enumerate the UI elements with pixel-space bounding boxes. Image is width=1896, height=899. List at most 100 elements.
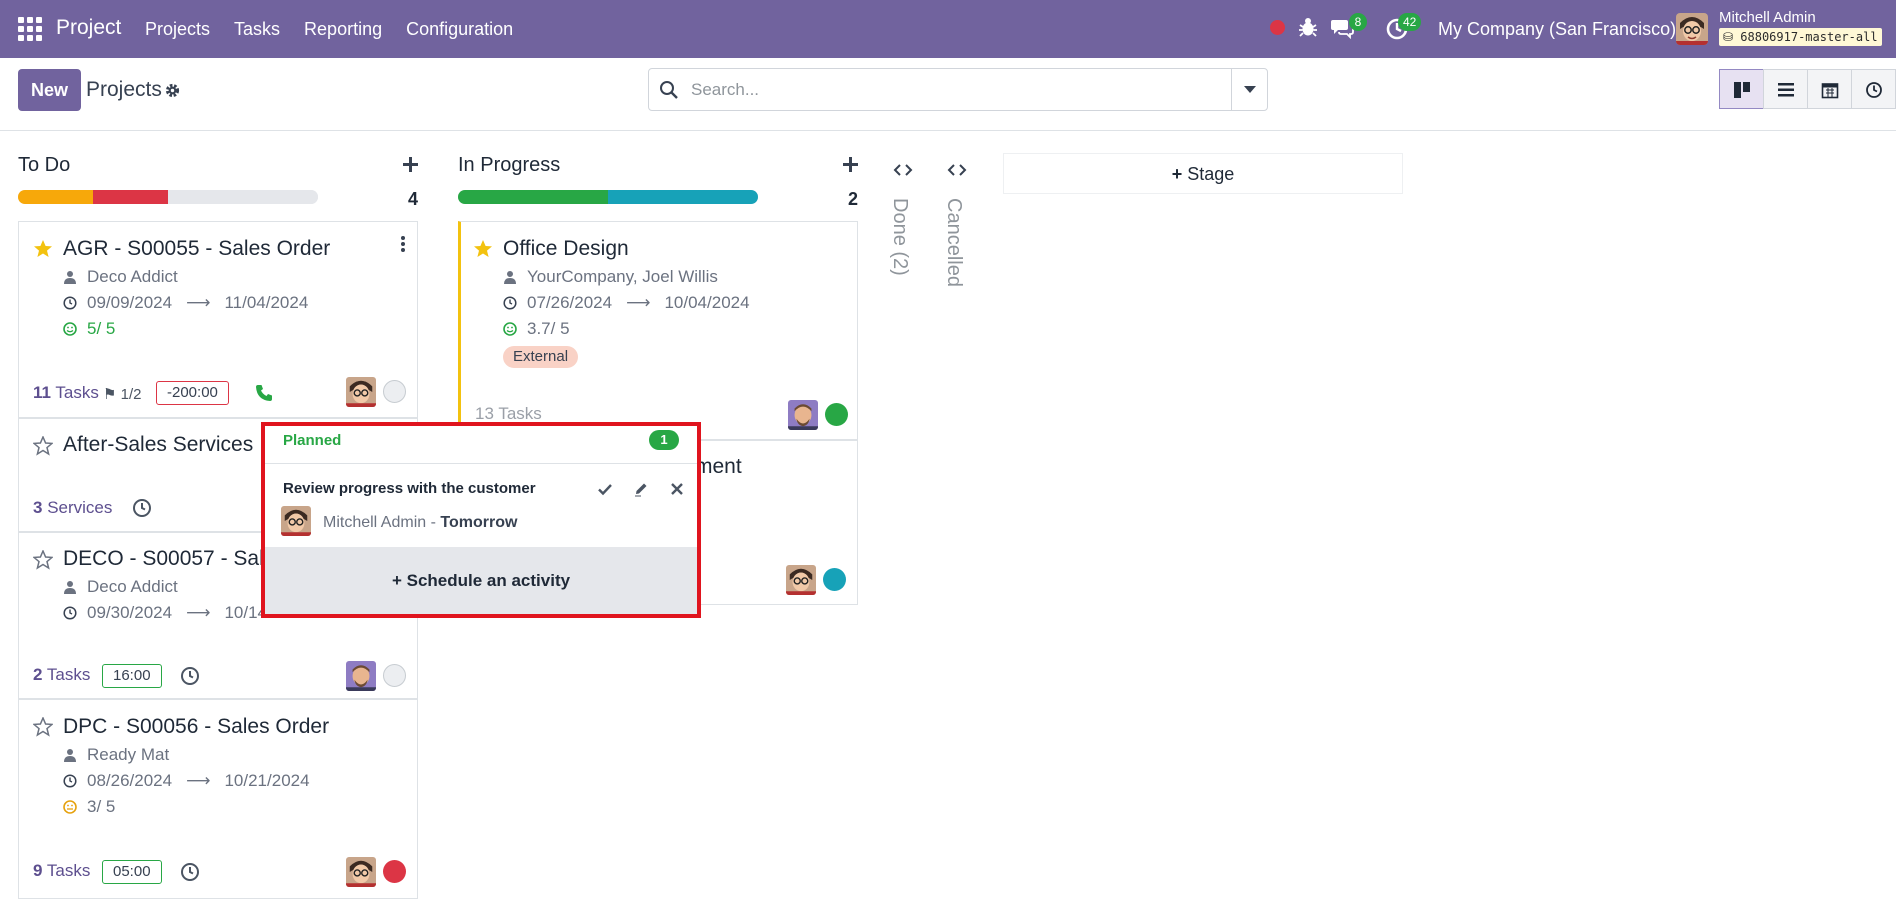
date-start: 07/26/2024 bbox=[527, 293, 613, 312]
app-menu-grid-icon[interactable] bbox=[18, 17, 42, 41]
rating-value: 3/ 5 bbox=[87, 797, 116, 816]
tasks-link[interactable]: 13 Tasks bbox=[475, 404, 542, 424]
status-indicator[interactable] bbox=[383, 664, 406, 687]
arrow-right-icon: ⟶ bbox=[626, 293, 651, 312]
project-title: AGR - S00055 - Sales Order bbox=[63, 237, 331, 260]
tasks-label: Services bbox=[47, 498, 113, 517]
new-button[interactable]: New bbox=[18, 69, 81, 111]
activity-clock-icon[interactable] bbox=[180, 666, 200, 686]
search-input[interactable] bbox=[691, 69, 1211, 110]
column-title-todo[interactable]: To Do bbox=[18, 154, 70, 177]
progress-segment[interactable] bbox=[458, 190, 608, 204]
assignee-avatar[interactable] bbox=[346, 661, 376, 691]
project-title: DECO - S00057 - Sale bbox=[63, 547, 276, 570]
favorite-star-icon[interactable] bbox=[33, 436, 53, 456]
favorite-star-icon[interactable] bbox=[33, 239, 53, 259]
planned-section-label: Planned bbox=[283, 432, 342, 449]
recording-indicator-icon[interactable] bbox=[1270, 20, 1285, 35]
list-view-button[interactable] bbox=[1763, 69, 1808, 109]
project-card[interactable]: AGR - S00055 - Sales Order Deco Addict 0… bbox=[18, 221, 418, 418]
arrow-right-icon: ⟶ bbox=[186, 771, 211, 790]
phone-icon[interactable] bbox=[254, 383, 274, 403]
menu-tasks[interactable]: Tasks bbox=[234, 19, 280, 40]
user-name[interactable]: Mitchell Admin bbox=[1719, 9, 1816, 26]
menu-reporting[interactable]: Reporting bbox=[304, 19, 382, 40]
favorite-star-icon[interactable] bbox=[473, 239, 493, 259]
list-icon bbox=[1778, 83, 1794, 97]
project-card[interactable]: DPC - S00056 - Sales Order Ready Mat 08/… bbox=[18, 699, 418, 899]
add-stage-button[interactable]: + Stage bbox=[1003, 153, 1403, 194]
menu-configuration[interactable]: Configuration bbox=[406, 19, 513, 40]
messages-count-badge: 8 bbox=[1349, 13, 1367, 31]
activity-count-badge: 42 bbox=[1398, 13, 1422, 31]
user-icon bbox=[64, 581, 76, 594]
column-title-in-progress[interactable]: In Progress bbox=[458, 154, 560, 177]
project-tag: External bbox=[503, 346, 579, 368]
status-indicator[interactable] bbox=[823, 568, 846, 591]
milestone-indicator[interactable]: ⚑ 1/2 bbox=[103, 385, 141, 403]
control-panel: New Projects bbox=[0, 58, 1896, 131]
column-count-todo: 4 bbox=[408, 189, 419, 209]
assignee-avatar[interactable] bbox=[786, 565, 816, 595]
tasks-link[interactable]: 2 Tasks bbox=[33, 665, 90, 685]
customer-name: Ready Mat bbox=[87, 745, 170, 764]
folded-column-cancelled[interactable]: Cancelled bbox=[942, 198, 965, 287]
activity-view-button[interactable] bbox=[1851, 69, 1896, 109]
allocated-hours-tag: -200:00 bbox=[156, 381, 229, 405]
status-indicator[interactable] bbox=[383, 380, 406, 403]
project-customer: Deco Addict bbox=[63, 267, 178, 287]
customer-name: Deco Addict bbox=[87, 577, 178, 596]
favorite-star-icon[interactable] bbox=[33, 550, 53, 570]
assignee-avatar[interactable] bbox=[788, 400, 818, 430]
column-progress-todo[interactable] bbox=[18, 190, 318, 204]
project-dates: 08/26/2024 ⟶ 10/21/2024 bbox=[63, 771, 310, 791]
activity-clock-icon[interactable] bbox=[132, 498, 152, 518]
status-indicator[interactable] bbox=[383, 860, 406, 883]
tasks-count: 3 bbox=[33, 498, 43, 517]
search-options-toggle[interactable] bbox=[1231, 69, 1267, 110]
progress-segment[interactable] bbox=[168, 190, 318, 204]
mark-done-check-icon[interactable] bbox=[597, 481, 613, 497]
activity-clock-icon[interactable] bbox=[180, 862, 200, 882]
column-progress-in-progress[interactable] bbox=[458, 190, 758, 204]
user-icon bbox=[64, 749, 76, 762]
project-title: DPC - S00056 - Sales Order bbox=[63, 715, 330, 738]
flag-icon: ⚑ bbox=[103, 386, 117, 403]
tasks-count: 11 bbox=[33, 383, 51, 402]
unfold-column-icon[interactable] bbox=[947, 164, 967, 176]
debug-bug-icon[interactable] bbox=[1298, 16, 1318, 38]
company-switcher[interactable]: My Company (San Francisco) bbox=[1438, 19, 1676, 40]
tasks-link[interactable]: 9 Tasks bbox=[33, 861, 90, 881]
kanban-view-button[interactable] bbox=[1719, 69, 1764, 109]
project-title: ment bbox=[695, 455, 742, 478]
card-menu-icon[interactable] bbox=[400, 236, 406, 254]
add-record-in-progress-icon[interactable] bbox=[842, 156, 858, 172]
progress-segment[interactable] bbox=[608, 190, 758, 204]
tasks-link[interactable]: 11 Tasks bbox=[33, 383, 99, 403]
activity-user-name: Mitchell Admin bbox=[323, 514, 427, 531]
project-customer: YourCompany, Joel Willis bbox=[503, 267, 718, 287]
tasks-link[interactable]: 3 Services bbox=[33, 498, 112, 518]
edit-pencil-icon[interactable] bbox=[633, 481, 649, 497]
menu-projects[interactable]: Projects bbox=[145, 19, 210, 40]
gear-icon[interactable] bbox=[164, 82, 181, 99]
favorite-star-icon[interactable] bbox=[33, 717, 53, 737]
cancel-close-icon[interactable] bbox=[669, 481, 685, 497]
assignee-avatar[interactable] bbox=[346, 857, 376, 887]
schedule-activity-button[interactable]: + Schedule an activity bbox=[265, 547, 697, 614]
progress-segment[interactable] bbox=[18, 190, 93, 204]
calendar-view-button[interactable] bbox=[1807, 69, 1852, 109]
progress-segment[interactable] bbox=[93, 190, 168, 204]
project-card[interactable]: Office Design YourCompany, Joel Willis 0… bbox=[458, 221, 858, 440]
assignee-avatar[interactable] bbox=[346, 377, 376, 407]
user-avatar[interactable] bbox=[1676, 13, 1708, 45]
add-record-todo-icon[interactable] bbox=[402, 156, 418, 172]
folded-column-done[interactable]: Done (2) bbox=[888, 198, 911, 276]
arrow-right-icon: ⟶ bbox=[186, 293, 211, 312]
activity-due: Tomorrow bbox=[440, 514, 518, 531]
status-indicator[interactable] bbox=[825, 403, 848, 426]
unfold-column-icon[interactable] bbox=[893, 164, 913, 176]
neutral-face-icon bbox=[63, 800, 77, 814]
app-brand[interactable]: Project bbox=[56, 16, 121, 40]
project-customer: Ready Mat bbox=[63, 745, 169, 765]
